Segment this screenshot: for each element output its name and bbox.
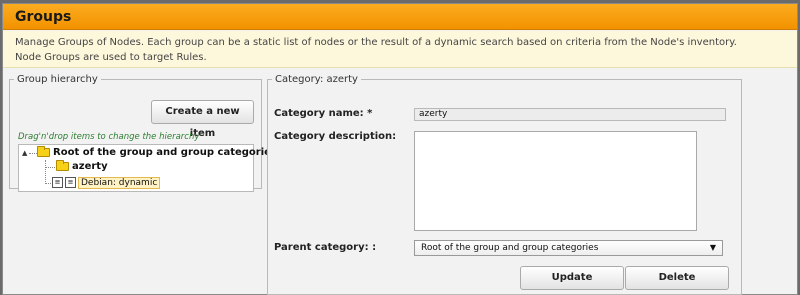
groups-panel: Groups Manage Groups of Nodes. Each grou… xyxy=(2,3,798,295)
group-tree: ▲ Root of the group and group categories… xyxy=(18,144,277,192)
title-bar: Groups xyxy=(3,4,797,30)
tree-node-azerty-label: azerty xyxy=(72,161,108,172)
tree-node-root-label: Root of the group and group categories xyxy=(53,147,277,158)
description-box: Manage Groups of Nodes. Each group can b… xyxy=(3,31,797,68)
group-icon: ≡ xyxy=(52,176,63,188)
delete-button[interactable]: Delete xyxy=(625,266,729,290)
category-legend: Category: azerty xyxy=(275,74,358,85)
collapse-icon[interactable]: ▲ xyxy=(22,149,27,157)
tree-node-debian-dynamic-label: Debian: dynamic xyxy=(78,177,161,189)
parent-category-label: Parent category: : xyxy=(274,242,377,253)
folder-icon xyxy=(37,145,50,157)
group-hierarchy-fieldset: Group hierarchy Create a new item Drag'n… xyxy=(9,74,277,192)
group-hierarchy-legend: Group hierarchy xyxy=(17,74,98,85)
category-name-input[interactable]: azerty xyxy=(414,108,726,121)
category-description-textarea[interactable] xyxy=(414,131,697,231)
category-description-label: Category description: xyxy=(274,131,397,142)
category-name-label: Category name: * xyxy=(274,108,373,119)
update-button[interactable]: Update xyxy=(520,266,624,290)
folder-icon xyxy=(56,159,69,171)
parent-category-value: Root of the group and group categories xyxy=(421,243,599,253)
category-fieldset: Category: azerty Category name: * azerty… xyxy=(267,74,742,295)
group-icon-secondary: ≡ xyxy=(65,176,76,188)
page-title: Groups xyxy=(15,9,72,25)
description-line-2: Node Groups are used to target Rules. xyxy=(15,52,207,63)
parent-category-select[interactable]: Root of the group and group categories ▼ xyxy=(414,240,723,256)
description-line-1: Manage Groups of Nodes. Each group can b… xyxy=(15,37,737,48)
dropdown-arrow-icon: ▼ xyxy=(709,243,716,252)
tree-node-azerty[interactable]: azerty xyxy=(56,159,108,174)
tree-node-root[interactable]: Root of the group and group categories xyxy=(37,145,277,160)
create-new-item-button[interactable]: Create a new item xyxy=(151,100,254,139)
drag-drop-hint: Drag'n'drop items to change the hierarch… xyxy=(18,132,200,142)
tree-node-debian-dynamic[interactable]: ≡ ≡ Debian: dynamic xyxy=(52,176,161,190)
